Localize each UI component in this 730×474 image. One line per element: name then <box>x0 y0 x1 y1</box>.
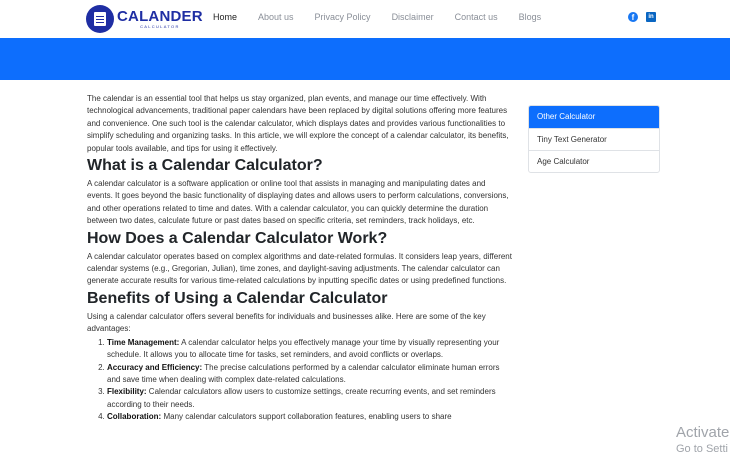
facebook-icon[interactable]: f <box>628 12 638 22</box>
logo-title: CALANDER <box>117 8 203 25</box>
heading-how-it-works: How Does a Calendar Calculator Work? <box>87 229 388 247</box>
sidebar-item-other-calculator[interactable]: Other Calculator <box>529 106 659 128</box>
paragraph-how-it-works: A calendar calculator operates based on … <box>87 251 512 286</box>
site-logo[interactable]: CALANDER CALCULATOR <box>86 4 203 34</box>
calendar-logo-icon <box>86 5 114 33</box>
hero-banner <box>0 38 730 80</box>
sidebar-item-age-calculator[interactable]: Age Calculator <box>529 150 659 172</box>
main-nav: Home About us Privacy Policy Disclaimer … <box>213 12 562 22</box>
paragraph-benefits: Using a calendar calculator offers sever… <box>87 311 486 334</box>
nav-blogs[interactable]: Blogs <box>519 12 542 22</box>
list-item: Accuracy and Efficiency: The precise cal… <box>107 362 513 387</box>
nav-home[interactable]: Home <box>213 12 237 22</box>
linkedin-icon[interactable]: in <box>646 12 656 22</box>
heading-what-is: What is a Calendar Calculator? <box>87 157 323 175</box>
nav-about-us[interactable]: About us <box>258 12 294 22</box>
nav-contact-us[interactable]: Contact us <box>455 12 498 22</box>
list-item: Time Management: A calendar calculator h… <box>107 337 513 362</box>
nav-disclaimer[interactable]: Disclaimer <box>392 12 434 22</box>
heading-benefits: Benefits of Using a Calendar Calculator <box>87 289 388 307</box>
sidebar-list: Other Calculator Tiny Text Generator Age… <box>528 105 660 173</box>
sidebar-item-tiny-text-generator[interactable]: Tiny Text Generator <box>529 128 659 150</box>
nav-privacy-policy[interactable]: Privacy Policy <box>315 12 371 22</box>
paragraph-what-is: A calendar calculator is a software appl… <box>87 179 509 226</box>
logo-subtitle: CALCULATOR <box>140 24 180 29</box>
top-navbar: CALANDER CALCULATOR Home About us Privac… <box>0 0 730 38</box>
list-item: Collaboration: Many calendar calculators… <box>107 411 513 423</box>
activation-watermark: Activate Go to Setti <box>676 424 730 455</box>
intro-paragraph: The calendar is an essential tool that h… <box>87 94 509 153</box>
benefits-list: Time Management: A calendar calculator h… <box>87 337 513 424</box>
social-links: f in <box>628 12 664 22</box>
article-content: The calendar is an essential tool that h… <box>87 93 513 424</box>
list-item: Flexibility: Calendar calculators allow … <box>107 386 513 411</box>
